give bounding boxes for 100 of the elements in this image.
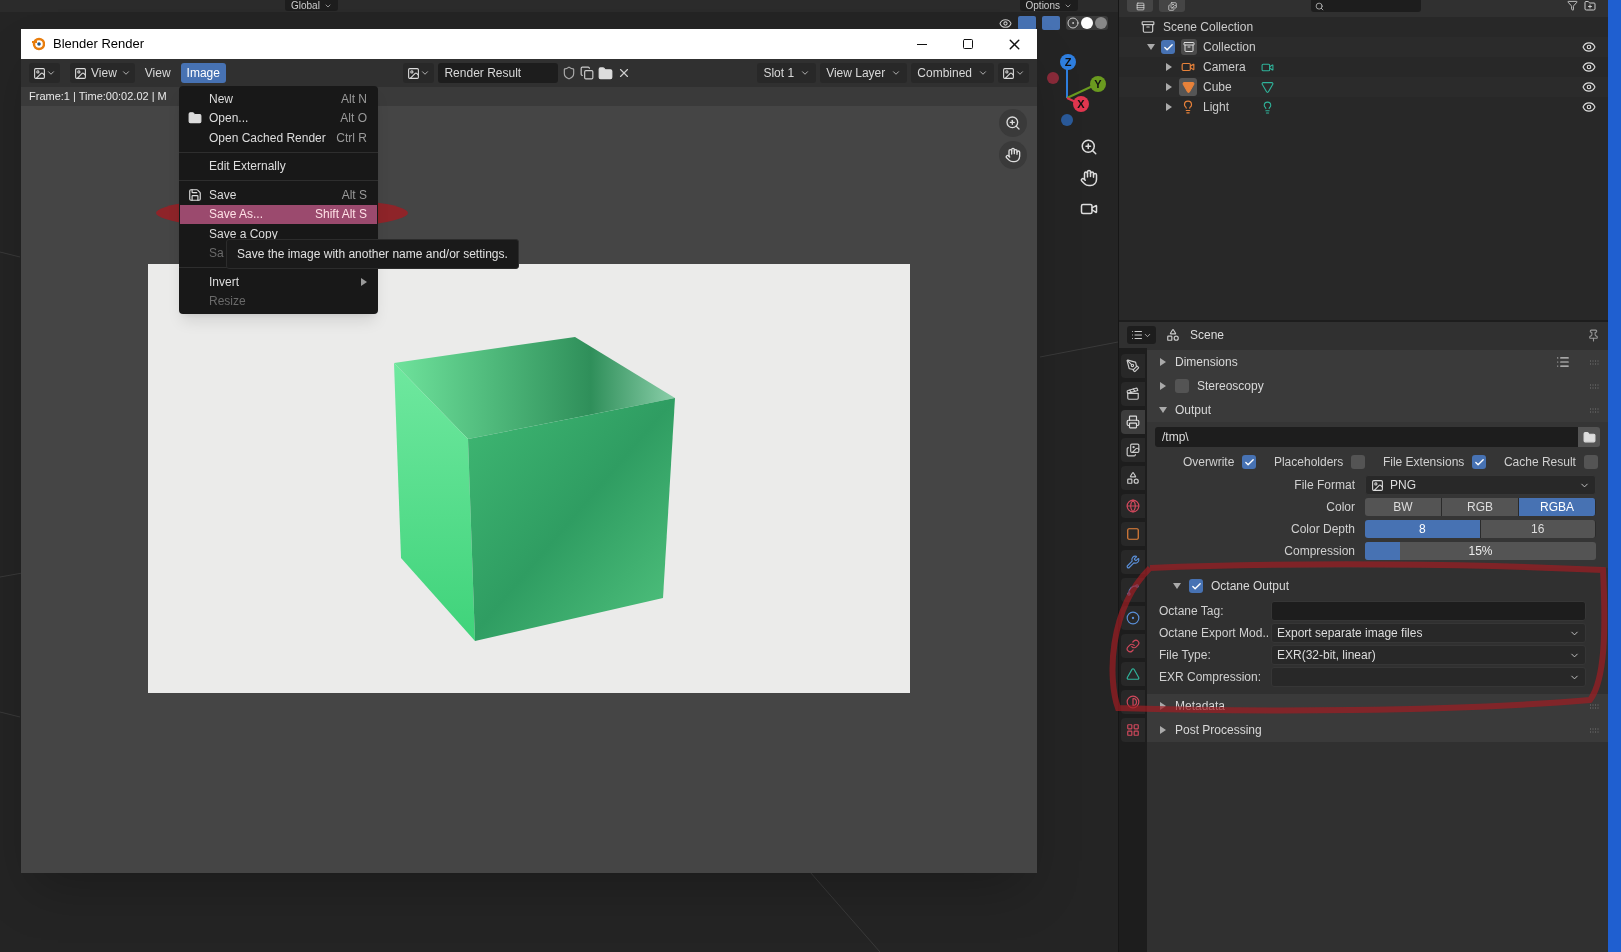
text-field[interactable] (1271, 601, 1586, 621)
menu-button[interactable]: Image (180, 63, 226, 83)
checkbox[interactable] (1472, 455, 1487, 469)
expand-triangle-icon[interactable] (1165, 83, 1173, 91)
new-collection-icon[interactable] (1584, 0, 1596, 12)
panel-checkbox[interactable] (1175, 379, 1189, 393)
drag-handle-icon[interactable] (1590, 727, 1600, 733)
properties-tab[interactable] (1121, 550, 1145, 574)
panel-header[interactable]: Dimensions (1147, 350, 1608, 374)
object-icon-frame[interactable] (1179, 78, 1197, 96)
axis-handle[interactable]: Y (1090, 76, 1106, 92)
expand-triangle-icon[interactable] (1165, 63, 1173, 71)
tooltip: Save the image with another name and/or settings. (226, 239, 519, 269)
drag-handle-icon[interactable] (1590, 407, 1600, 413)
dropdown[interactable]: Export separate image files (1271, 623, 1586, 643)
checkbox[interactable] (1351, 455, 1366, 469)
image-name-field[interactable]: Render Result (438, 63, 559, 83)
axis-handle[interactable]: Z (1060, 54, 1076, 70)
output-path-field[interactable]: /tmp\ (1155, 427, 1578, 447)
search-field[interactable] (1311, 0, 1421, 12)
compression-slider[interactable]: 15% (1365, 542, 1596, 560)
dropdown[interactable]: EXR(32-bit, linear) (1271, 645, 1586, 665)
tree-item[interactable]: Cube (1203, 78, 1255, 96)
menu-item[interactable]: Open Cached Render Ctrl R (180, 128, 377, 148)
zoom-icon[interactable] (1080, 138, 1098, 156)
dropdown[interactable]: View Layer (820, 63, 908, 83)
expand-triangle-icon[interactable] (1159, 358, 1167, 366)
orientation-dropdown[interactable]: Global (285, 0, 338, 11)
menu-button[interactable]: View (138, 63, 177, 83)
panel-header[interactable]: Stereoscopy (1147, 374, 1608, 398)
mesh-data-icon[interactable] (1261, 80, 1274, 94)
toggle-button[interactable]: 8 (1365, 520, 1481, 538)
properties-tab[interactable] (1121, 410, 1145, 434)
collection-checkbox[interactable] (1161, 40, 1175, 54)
tree-item[interactable]: Scene Collection (1163, 18, 1254, 36)
collapse-triangle-icon[interactable] (1173, 582, 1181, 590)
filter-icon[interactable] (1567, 0, 1578, 11)
presets-icon[interactable] (1556, 355, 1570, 369)
tree-item[interactable]: Camera (1203, 58, 1255, 76)
drag-handle-icon[interactable] (1590, 703, 1600, 709)
menu-item[interactable]: Edit Externally (180, 156, 377, 176)
dropdown[interactable]: Combined (911, 63, 994, 83)
eye-icon[interactable] (1582, 60, 1596, 74)
editor-type-button[interactable] (1127, 326, 1156, 344)
collapse-triangle-icon[interactable] (1147, 43, 1155, 51)
eye-icon[interactable] (1582, 80, 1596, 94)
properties-tab[interactable] (1121, 466, 1145, 490)
dropdown[interactable]: PNG (1365, 475, 1596, 495)
menu-item[interactable]: Invert (180, 272, 377, 292)
editor-type-button[interactable] (29, 63, 60, 83)
folder-icon[interactable] (598, 65, 614, 81)
drag-handle-icon[interactable] (1590, 359, 1600, 365)
display-channels-button[interactable] (998, 63, 1029, 83)
toggle-button[interactable]: 16 (1480, 520, 1596, 538)
properties-tab[interactable] (1121, 438, 1145, 462)
tree-item[interactable]: Collection (1203, 38, 1256, 56)
panel-checkbox[interactable] (1189, 579, 1203, 593)
menu-item[interactable]: Open... Alt O (180, 108, 377, 128)
folder-icon (1582, 430, 1596, 444)
axis-handle[interactable]: X (1073, 96, 1089, 112)
collapse-triangle-icon[interactable] (1159, 406, 1167, 414)
menu-item[interactable]: Save Alt S (180, 185, 377, 205)
toggle-button[interactable]: BW (1365, 498, 1442, 516)
shading-buttons[interactable] (1066, 16, 1108, 30)
dropdown[interactable]: Slot 1 (757, 63, 817, 83)
menu-item[interactable]: Save As... Shift Alt S (180, 204, 377, 224)
copy-icon[interactable] (580, 66, 595, 80)
eye-icon[interactable] (1582, 100, 1596, 114)
folder-button[interactable] (1578, 427, 1600, 447)
checkbox[interactable] (1242, 455, 1257, 469)
view-mode-dropdown[interactable]: View (70, 63, 135, 83)
zoom-button[interactable] (999, 109, 1027, 137)
properties-tab[interactable] (1121, 354, 1145, 378)
hand-icon[interactable] (1080, 169, 1098, 187)
options-dropdown[interactable]: Options (1019, 0, 1078, 11)
expand-triangle-icon[interactable] (1165, 103, 1173, 111)
toggle-button[interactable]: RGB (1442, 498, 1519, 516)
expand-triangle-icon[interactable] (1159, 382, 1167, 390)
shield-icon[interactable] (562, 66, 577, 80)
overlay-toggle-button[interactable] (1042, 16, 1060, 30)
panel-header[interactable]: Post Processing (1147, 718, 1608, 742)
properties-tab[interactable] (1121, 662, 1145, 686)
expand-triangle-icon[interactable] (1159, 726, 1167, 734)
panel-header[interactable]: Output (1147, 398, 1608, 422)
tree-item[interactable]: Light (1203, 98, 1255, 116)
pan-button[interactable] (999, 141, 1027, 169)
display-mode-button[interactable] (1127, 0, 1153, 12)
toggle-button[interactable]: RGBA (1519, 498, 1596, 516)
image-browse-button[interactable] (403, 63, 435, 83)
properties-tab[interactable] (1121, 382, 1145, 406)
menu-item[interactable]: New Alt N (180, 89, 377, 109)
drag-handle-icon[interactable] (1590, 383, 1600, 389)
gizmo-toggle-button[interactable] (1018, 16, 1036, 30)
visibility-icon[interactable] (999, 16, 1012, 30)
pin-icon[interactable] (1587, 328, 1600, 342)
filter-mode-button[interactable] (1159, 0, 1185, 12)
checkbox[interactable] (1583, 455, 1598, 469)
light-data-icon[interactable] (1261, 100, 1274, 114)
properties-tab[interactable] (1121, 522, 1145, 546)
eye-icon[interactable] (1582, 40, 1596, 54)
